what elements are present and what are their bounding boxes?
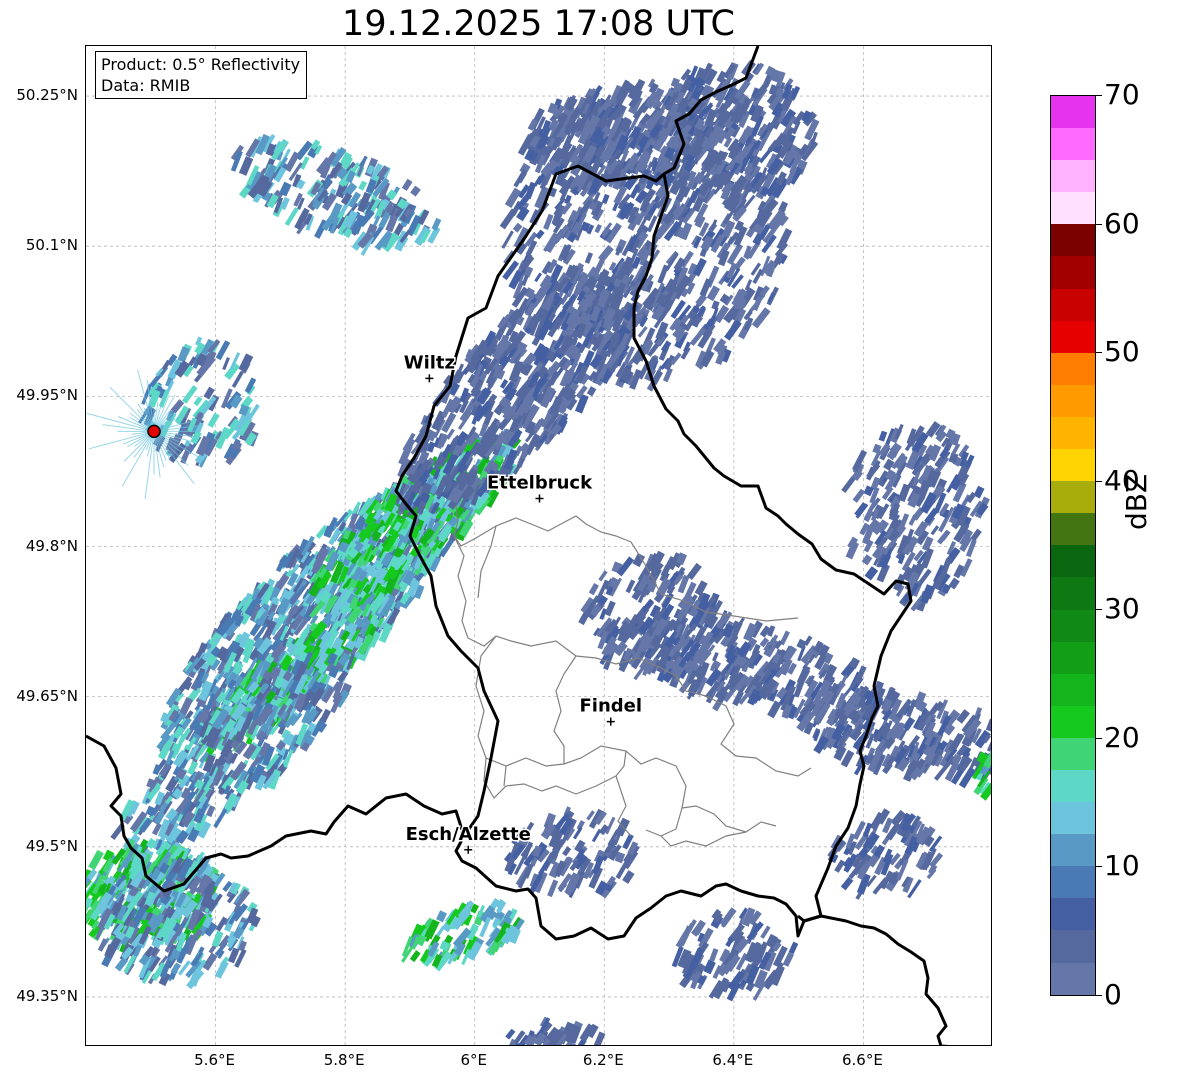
echo-cell xyxy=(193,396,203,407)
echo-cell xyxy=(883,458,895,471)
echo-cell xyxy=(401,178,413,191)
echo-cell xyxy=(222,357,230,371)
echo-cell xyxy=(586,386,597,397)
echo-cell xyxy=(902,716,916,731)
echo-cell xyxy=(985,718,991,732)
echo-cell xyxy=(796,638,807,650)
echo-cell xyxy=(594,224,602,234)
echo-cell xyxy=(724,319,742,341)
echo-cell xyxy=(535,229,545,240)
echo-cell xyxy=(512,222,523,233)
echo-cell xyxy=(584,252,594,264)
echo-cell xyxy=(852,488,866,503)
echo-cell xyxy=(410,185,421,197)
echo-cell xyxy=(751,307,771,329)
echo-cell xyxy=(543,213,554,231)
echo-cell xyxy=(358,180,368,191)
echo-cell xyxy=(767,700,782,719)
echo-cell xyxy=(574,393,589,414)
echo-cell xyxy=(238,353,254,373)
echo-cell xyxy=(637,325,648,338)
echo-cell xyxy=(878,430,888,442)
echo-cell xyxy=(244,377,257,394)
echo-cell xyxy=(238,156,254,176)
echo-cell xyxy=(597,245,614,263)
echo-cell xyxy=(534,272,543,283)
radar-echoes xyxy=(86,59,991,1045)
echo-cell xyxy=(936,529,951,545)
echo-cell xyxy=(930,525,940,536)
radar-map[interactable]: Wiltz Ettelbruck Findel Esch/Alzette xyxy=(85,45,992,1046)
echo-cell xyxy=(214,960,229,979)
echo-cell xyxy=(499,208,517,230)
echo-cell xyxy=(207,412,220,428)
echo-cell xyxy=(841,476,856,493)
echo-cell xyxy=(88,849,104,871)
map-title: 19.12.2025 17:08 UTC xyxy=(342,4,735,44)
echo-cell xyxy=(601,193,610,204)
echo-cell xyxy=(97,938,108,952)
echo-cell xyxy=(431,217,442,231)
map-canvas: WiltzEttelbruckFindelEsch/Alzette xyxy=(86,46,991,1045)
